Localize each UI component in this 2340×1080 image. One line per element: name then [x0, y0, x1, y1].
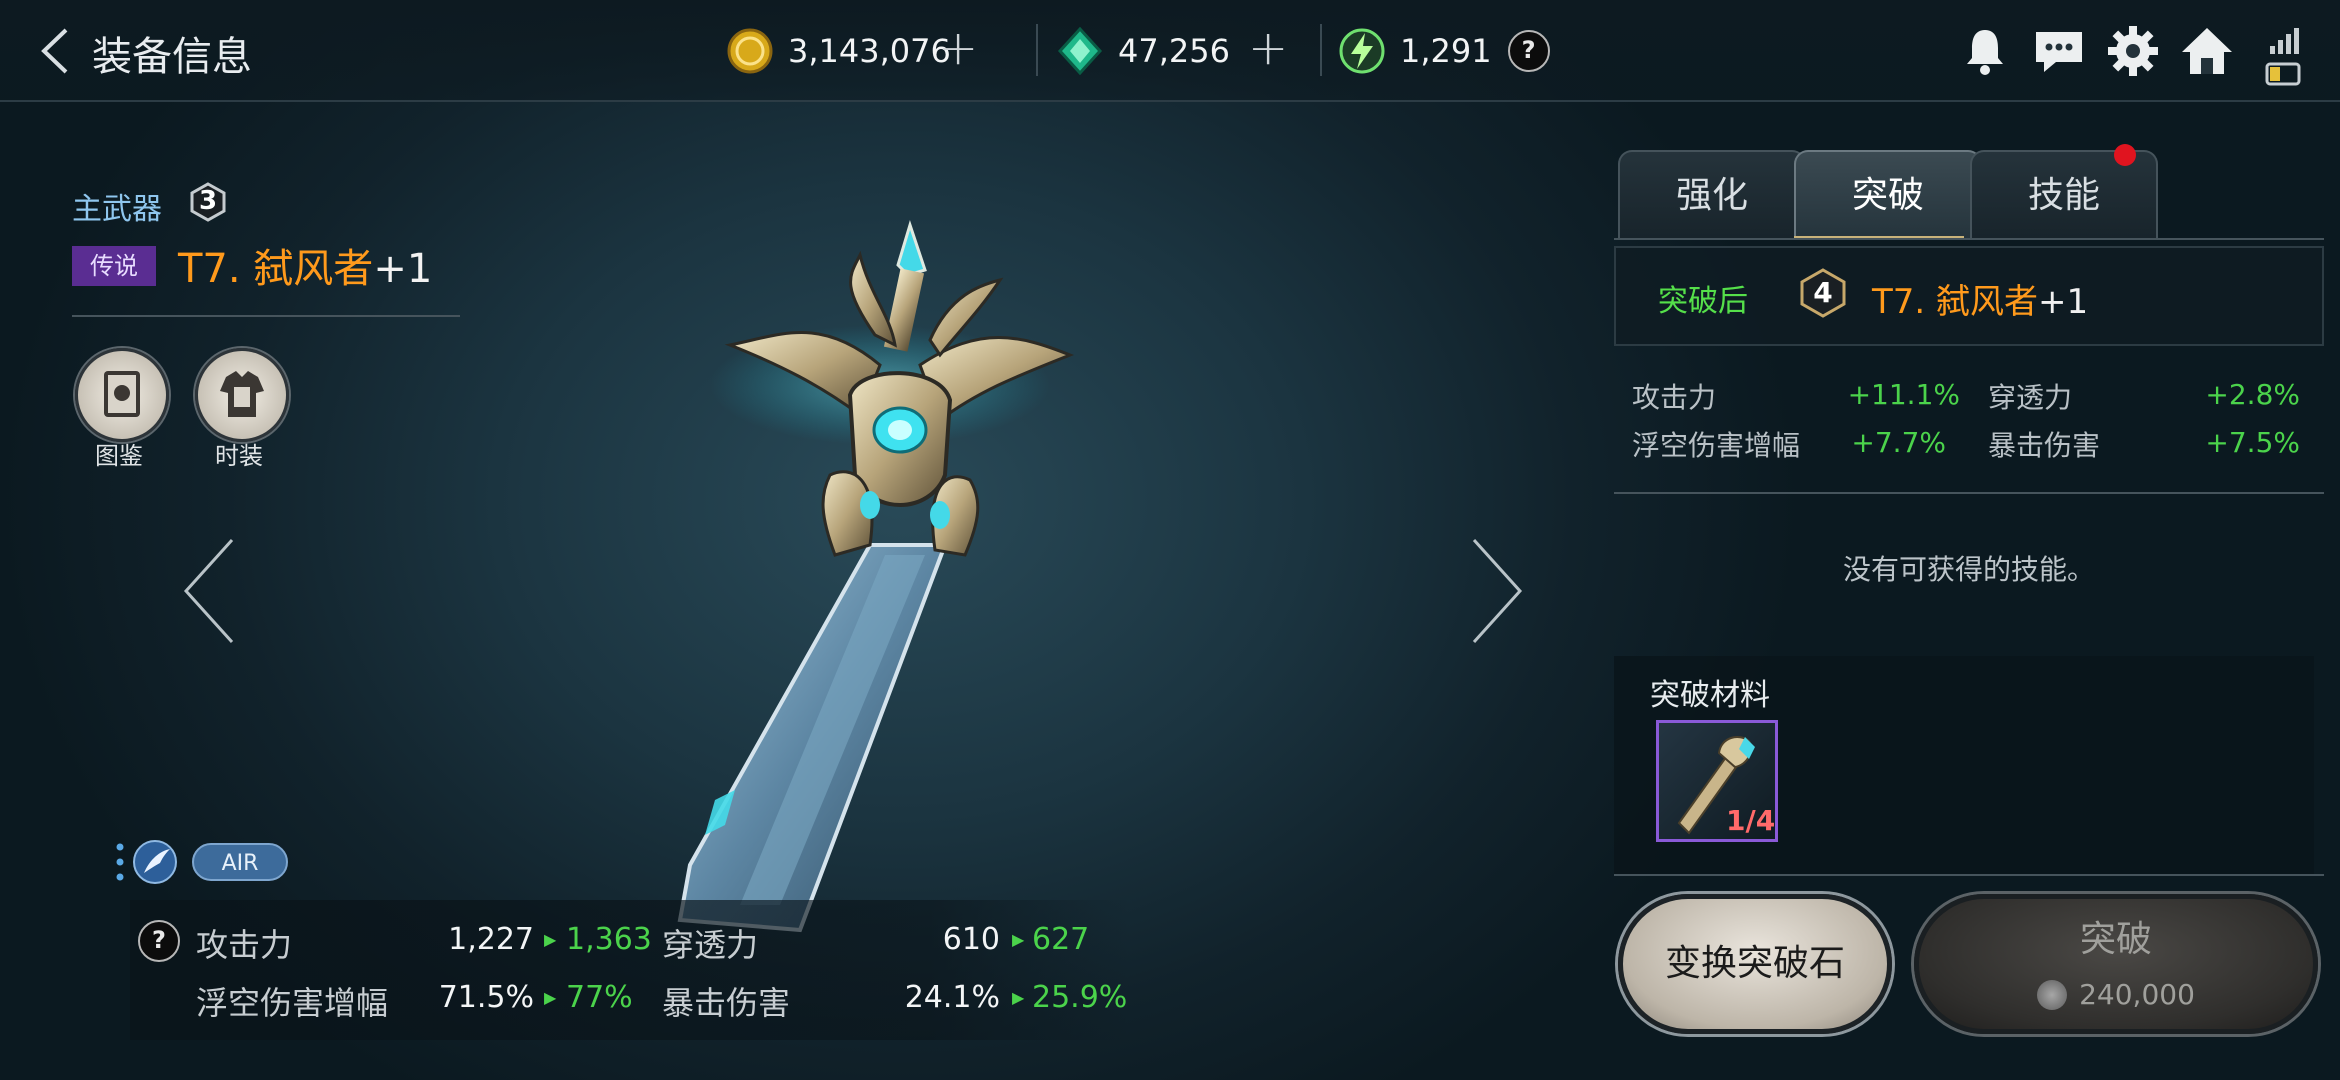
divider — [1036, 24, 1038, 76]
stats-help[interactable]: ? — [138, 920, 180, 962]
gold-coin-icon — [727, 28, 773, 74]
increase-arrow-icon: ▶ — [1012, 930, 1025, 949]
stat-current: 1,227 — [448, 922, 534, 957]
notification-dot-icon — [2114, 144, 2136, 166]
stat-current: 24.1% — [904, 980, 1000, 1015]
increase-value: +11.1% — [1847, 378, 1960, 411]
page-title: 装备信息 — [92, 34, 252, 80]
more-dots-icon[interactable] — [116, 842, 124, 882]
stat-name: 暴击伤害 — [662, 984, 791, 1022]
material-count: 1/4 — [1726, 804, 1776, 837]
add-gem-button[interactable]: + — [1248, 24, 1288, 72]
stat-name: 穿透力 — [662, 926, 759, 964]
weapon-enhance-level: +1 — [373, 246, 433, 292]
tab-breakthrough[interactable]: 突破 — [1794, 150, 1982, 238]
back-arrow-icon[interactable] — [36, 26, 76, 76]
materials-title: 突破材料 — [1650, 678, 1770, 713]
weapon-name-text: T7. 弑风者 — [178, 246, 374, 292]
add-gold-button[interactable]: + — [938, 24, 978, 72]
next-arrow-icon[interactable] — [1470, 536, 1526, 646]
stat-name: 浮空伤害增幅 — [196, 984, 389, 1022]
stat-next: 1,363 — [566, 922, 652, 957]
gem-currency: 47,256 — [1056, 26, 1230, 76]
help-icon[interactable]: ? — [138, 920, 180, 962]
stat-next: 77% — [566, 980, 633, 1015]
attribute-tag: AIR — [192, 843, 288, 881]
increase-arrow-icon: ▶ — [544, 930, 557, 949]
stat-current: 610 — [942, 922, 1000, 957]
rarity-badge: 传说 — [72, 246, 156, 286]
stone-amount: 1,291 — [1400, 32, 1492, 70]
gold-currency: 3,143,076 — [726, 26, 951, 76]
slot-level-badge: 3 — [188, 182, 228, 222]
increase-value: +2.8% — [2205, 378, 2300, 411]
divider — [1614, 238, 2324, 240]
stat-next: 627 — [1032, 922, 1090, 957]
bell-icon[interactable] — [1956, 22, 2014, 80]
stone-currency: 1,291 ? — [1338, 26, 1550, 76]
gear-icon[interactable] — [2104, 22, 2162, 80]
convert-stone-button[interactable]: 变换突破石 — [1618, 894, 1892, 1034]
gold-amount: 3,143,076 — [788, 32, 951, 70]
breakthrough-cost: 240,000 — [1914, 978, 2318, 1011]
after-enhance-level: +1 — [2038, 282, 2089, 322]
after-weapon-name: T7. 弑风者+1 — [1872, 274, 2088, 323]
costume-label: 时装 — [215, 442, 263, 470]
divider — [1614, 874, 2324, 876]
signal-battery-icon — [2265, 28, 2301, 86]
after-weapon-name-text: T7. 弑风者 — [1872, 282, 2039, 322]
increase-name: 暴击伤害 — [1988, 429, 2101, 462]
silver-coin-icon — [2037, 979, 2068, 1010]
after-breakthrough-label: 突破后 — [1658, 284, 1748, 319]
breakthrough-button-label: 突破 — [2079, 919, 2152, 960]
divider — [1320, 24, 1322, 76]
divider — [1614, 492, 2324, 494]
after-level-badge: 4 — [1798, 268, 1848, 318]
divider — [72, 315, 460, 317]
costume-button[interactable] — [195, 348, 289, 442]
help-icon[interactable]: ? — [1507, 30, 1550, 72]
green-gem-icon — [1057, 27, 1103, 75]
breakthrough-cost-value: 240,000 — [2079, 978, 2195, 1011]
slot-level-number: 3 — [198, 186, 218, 216]
previous-arrow-icon[interactable] — [180, 536, 236, 646]
no-skill-message: 没有可获得的技能。 — [1842, 553, 2095, 586]
stat-name: 攻击力 — [196, 926, 293, 964]
wing-icon — [133, 840, 177, 884]
after-level-number: 4 — [1813, 276, 1833, 309]
increase-value: +7.5% — [2205, 426, 2300, 459]
codex-button[interactable] — [75, 348, 169, 442]
chat-icon[interactable] — [2030, 22, 2088, 80]
increase-name: 穿透力 — [1988, 381, 2073, 414]
book-icon — [104, 371, 140, 417]
increase-name: 攻击力 — [1632, 381, 1717, 414]
weapon-illustration — [677, 220, 1075, 933]
stat-current: 71.5% — [438, 980, 534, 1015]
weapon-name: T7. 弑风者+1 — [178, 236, 432, 294]
armor-icon — [220, 371, 264, 417]
increase-arrow-icon: ▶ — [1012, 988, 1025, 1007]
codex-label: 图鉴 — [95, 442, 143, 470]
increase-arrow-icon: ▶ — [544, 988, 557, 1007]
slot-label: 主武器 — [72, 192, 162, 227]
increase-name: 浮空伤害增幅 — [1632, 429, 1801, 462]
increase-value: +7.7% — [1851, 426, 1946, 459]
stat-next: 25.9% — [1032, 980, 1128, 1015]
gem-amount: 47,256 — [1118, 32, 1230, 70]
tab-enhance[interactable]: 强化 — [1618, 150, 1806, 238]
lightning-stone-icon — [1339, 28, 1385, 74]
home-icon[interactable] — [2178, 22, 2236, 80]
